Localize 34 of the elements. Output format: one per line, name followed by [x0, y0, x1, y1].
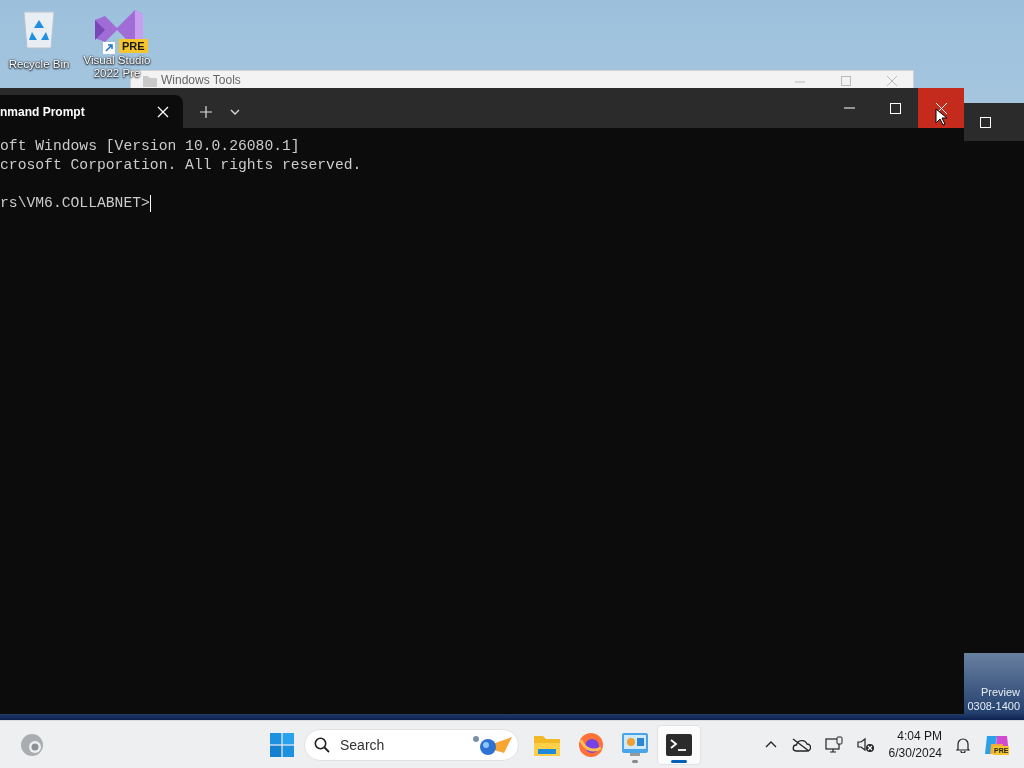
search-bar[interactable]: Search	[304, 728, 519, 761]
control-panel-icon	[622, 732, 648, 757]
windows-logo-icon	[270, 732, 294, 757]
chevron-up-icon[interactable]	[764, 741, 777, 748]
widgets-icon[interactable]	[20, 732, 44, 757]
close-icon	[935, 102, 947, 114]
display-icon[interactable]	[824, 735, 843, 754]
speaker-muted-icon[interactable]	[856, 736, 875, 753]
plus-icon[interactable]	[200, 105, 212, 118]
window-title: Windows Tools	[161, 74, 241, 87]
browser-icon	[578, 731, 604, 758]
folder-icon	[534, 733, 560, 756]
watermark-text: Preview	[979, 685, 1020, 699]
minimize-icon	[843, 107, 855, 109]
mouse-pointer-icon	[935, 108, 947, 126]
command-prompt: rs\VM6.COLLABNET>	[0, 194, 150, 213]
maximize-icon	[889, 102, 901, 114]
text-cursor	[149, 195, 151, 212]
terminal-icon	[666, 733, 692, 756]
chevron-down-icon[interactable]	[230, 108, 240, 115]
recycle-bin-icon	[20, 8, 58, 50]
search-icon	[314, 736, 330, 753]
cloud-off-icon[interactable]	[790, 737, 811, 752]
clock[interactable]: 4:04 PM 6/30/2024	[888, 727, 942, 762]
terminal-output-line: crosoft Corporation. All rights reserved.	[0, 156, 363, 175]
terminal-output-line: oft Windows [Version 10.0.26080.1]	[0, 137, 301, 156]
bell-icon[interactable]	[956, 736, 970, 753]
terminal-tab[interactable]: nmand Prompt	[0, 95, 183, 128]
taskbar-app[interactable]	[657, 724, 701, 765]
preview-badge: PRE	[119, 39, 148, 53]
shortcut-arrow-icon	[103, 42, 115, 54]
watermark-text: 0308-1400	[967, 699, 1020, 713]
search-field[interactable]: Search	[338, 735, 452, 754]
close-button[interactable]	[918, 88, 964, 128]
